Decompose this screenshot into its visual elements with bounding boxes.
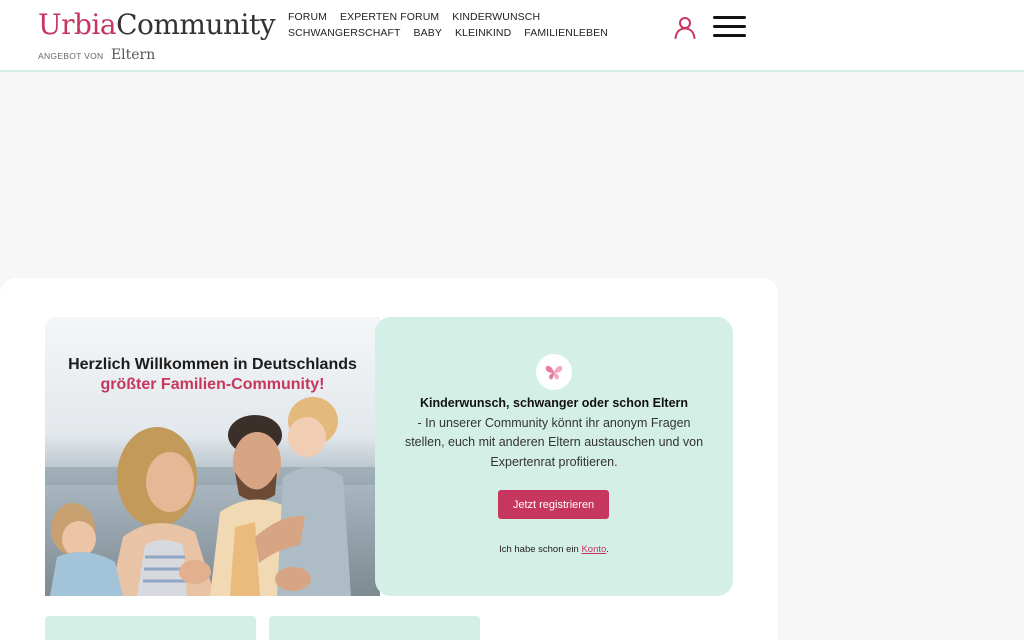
register-button[interactable]: Jetzt registrieren bbox=[498, 490, 609, 519]
nav-schwangerschaft[interactable]: SCHWANGERSCHAFT bbox=[288, 26, 401, 40]
intro-heading: Kinderwunsch, schwanger oder schon Elter… bbox=[419, 396, 689, 410]
offered-by-label: ANGEBOT VON bbox=[38, 51, 104, 61]
publisher-line: ANGEBOT VON Eltern bbox=[38, 46, 155, 64]
butterfly-icon bbox=[536, 354, 572, 390]
nav-forum[interactable]: FORUM bbox=[288, 10, 327, 24]
login-suffix: . bbox=[606, 544, 609, 555]
feature-tile[interactable] bbox=[45, 616, 256, 640]
welcome-highlight: größter Familien-Community! bbox=[100, 376, 325, 393]
nav-kinderwunsch[interactable]: KINDERWUNSCH bbox=[452, 10, 540, 24]
welcome-line: Herzlich Willkommen in Deutschlands bbox=[68, 356, 357, 373]
community-intro: Kinderwunsch, schwanger oder schon Elter… bbox=[403, 394, 705, 472]
logo-wordmark: UrbiaCommunity bbox=[38, 8, 276, 41]
nav-familienleben[interactable]: FAMILIENLEBEN bbox=[524, 26, 608, 40]
eltern-brand: Eltern bbox=[110, 47, 156, 63]
login-prompt: Ich habe schon ein Konto. bbox=[375, 544, 733, 555]
site-header: UrbiaCommunity ANGEBOT VON Eltern FORUM … bbox=[0, 0, 1024, 72]
main-navigation: FORUM EXPERTEN FORUM KINDERWUNSCH SCHWAN… bbox=[288, 10, 648, 40]
intro-body: - In unserer Community könnt ihr anonym … bbox=[404, 415, 704, 469]
hero-welcome-heading: Herzlich Willkommen in Deutschlands größ… bbox=[45, 355, 380, 395]
site-logo[interactable]: UrbiaCommunity ANGEBOT VON Eltern bbox=[38, 8, 276, 63]
hamburger-menu-icon[interactable] bbox=[713, 16, 746, 38]
signup-panel: Kinderwunsch, schwanger oder schon Elter… bbox=[375, 317, 733, 596]
logo-urbia-text: Urbia bbox=[38, 8, 117, 41]
logo-community-text: Community bbox=[116, 8, 276, 41]
nav-baby[interactable]: BABY bbox=[414, 26, 442, 40]
login-link[interactable]: Konto bbox=[581, 544, 606, 555]
feature-tile[interactable] bbox=[269, 616, 480, 640]
nav-experten-forum[interactable]: EXPERTEN FORUM bbox=[340, 10, 439, 24]
user-icon[interactable] bbox=[673, 15, 697, 39]
login-prefix: Ich habe schon ein bbox=[499, 544, 579, 555]
nav-kleinkind[interactable]: KLEINKIND bbox=[455, 26, 511, 40]
hero-image-panel: Herzlich Willkommen in Deutschlands größ… bbox=[45, 317, 380, 596]
